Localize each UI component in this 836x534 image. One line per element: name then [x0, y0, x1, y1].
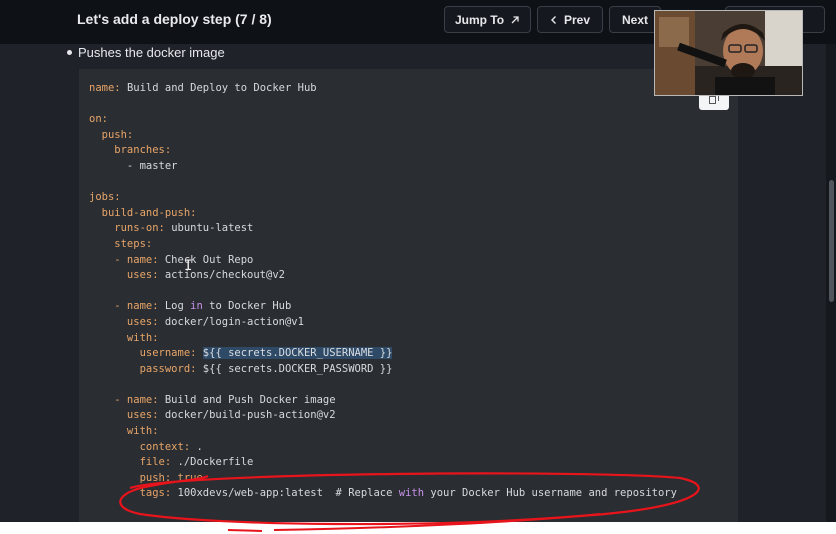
code-line: branches: [89, 143, 677, 159]
code-token: jobs: [89, 191, 121, 204]
code-token: ./Dockerfile [177, 456, 254, 469]
code-token: uses: [89, 409, 165, 422]
code-token: tags: [89, 487, 178, 500]
code-token: actions/checkout@v2 [164, 269, 285, 282]
presenter-video-image [655, 11, 802, 95]
code-token: Check Out Repo [164, 253, 254, 266]
page-title: Let's add a deploy step (7 / 8) [77, 11, 272, 27]
code-content[interactable]: name: Build and Deploy to Docker Hub on:… [89, 81, 677, 502]
code-line: on: [89, 112, 677, 128]
next-label: Next [622, 12, 649, 27]
code-line: - name: Build and Push Docker image [89, 393, 677, 409]
code-line: uses: docker/build-push-action@v2 [89, 408, 677, 424]
bullet-text: Pushes the docker image [78, 45, 225, 60]
jump-to-label: Jump To [454, 12, 505, 27]
code-line: with: [89, 424, 677, 440]
code-line: file: ./Dockerfile [89, 455, 677, 471]
code-token: runs-on: [89, 222, 172, 235]
code-token: Log [164, 300, 191, 313]
code-line: with: [89, 331, 677, 347]
code-line: uses: docker/login-action@v1 [89, 315, 677, 331]
jump-to-button[interactable]: Jump To [444, 6, 531, 33]
webcam-overlay [654, 10, 803, 96]
bullet-dot-icon [67, 50, 72, 56]
code-line: push: true [89, 471, 677, 487]
code-line: build-and-push: [89, 206, 677, 222]
code-token: docker/login-action@v1 [164, 315, 304, 328]
code-line: steps: [89, 237, 677, 253]
code-token: on: [89, 113, 108, 126]
code-token: ubuntu-latest [171, 222, 254, 235]
code-token: branches: [89, 144, 172, 157]
code-token: your Docker Hub username and repository [424, 487, 677, 500]
prev-label: Prev [563, 12, 591, 27]
code-token: Build and Deploy to Docker Hub [126, 82, 317, 94]
arrow-up-right-icon [511, 15, 519, 23]
code-token: uses: [89, 269, 165, 282]
code-token: 100xdevs/web-app:latest # Replace [177, 487, 399, 500]
code-line: jobs: [89, 190, 677, 206]
code-line: runs-on: ubuntu-latest [89, 221, 677, 237]
code-token: Build and Push Docker image [164, 393, 336, 406]
prev-button[interactable]: Prev [537, 6, 603, 33]
code-token: with [398, 487, 425, 500]
code-token: with: [89, 331, 159, 344]
code-line: - name: Log in to Docker Hub [89, 299, 677, 315]
chevron-left-icon [550, 15, 556, 24]
code-token: in [190, 300, 203, 313]
code-token: to Docker Hub [202, 300, 292, 313]
code-token: uses: [89, 315, 165, 328]
code-token: steps: [89, 237, 153, 250]
code-token: username: [89, 347, 203, 360]
code-line: context: . [89, 440, 677, 456]
code-token: docker/build-push-action@v2 [164, 409, 336, 422]
code-token: password: [89, 362, 203, 375]
code-token: push: [89, 128, 134, 141]
scrollbar-thumb[interactable] [829, 180, 834, 302]
code-token: ${{ secrets.DOCKER_PASSWORD }} [202, 362, 393, 375]
bullet-item: Pushes the docker image [67, 45, 225, 60]
code-line: password: ${{ secrets.DOCKER_PASSWORD }} [89, 362, 677, 378]
code-line: name: Build and Deploy to Docker Hub [89, 81, 677, 97]
code-token: - master [89, 159, 178, 172]
code-token: . [196, 440, 203, 453]
code-line: username: ${{ secrets.DOCKER_USERNAME }} [89, 346, 677, 362]
code-token: - name: [89, 253, 165, 266]
code-line: push: [89, 128, 677, 144]
code-line: uses: actions/checkout@v2 [89, 268, 677, 284]
code-line: - name: Check Out Repo [89, 253, 677, 269]
code-token: - name: [89, 393, 165, 406]
code-line: - master [89, 159, 677, 175]
code-token: true [177, 471, 203, 484]
code-token: - name: [89, 300, 165, 313]
code-token: name: [89, 82, 127, 94]
code-token: push: [89, 471, 178, 484]
code-token: with: [89, 425, 159, 438]
code-token: file: [89, 456, 178, 469]
code-token: context: [89, 440, 197, 453]
code-token: ${{ secrets.DOCKER_USERNAME }} [202, 347, 393, 360]
code-token: build-and-push: [89, 206, 197, 219]
text-cursor-icon: I [184, 258, 193, 274]
code-line: tags: 100xdevs/web-app:latest # Replace … [89, 486, 677, 502]
